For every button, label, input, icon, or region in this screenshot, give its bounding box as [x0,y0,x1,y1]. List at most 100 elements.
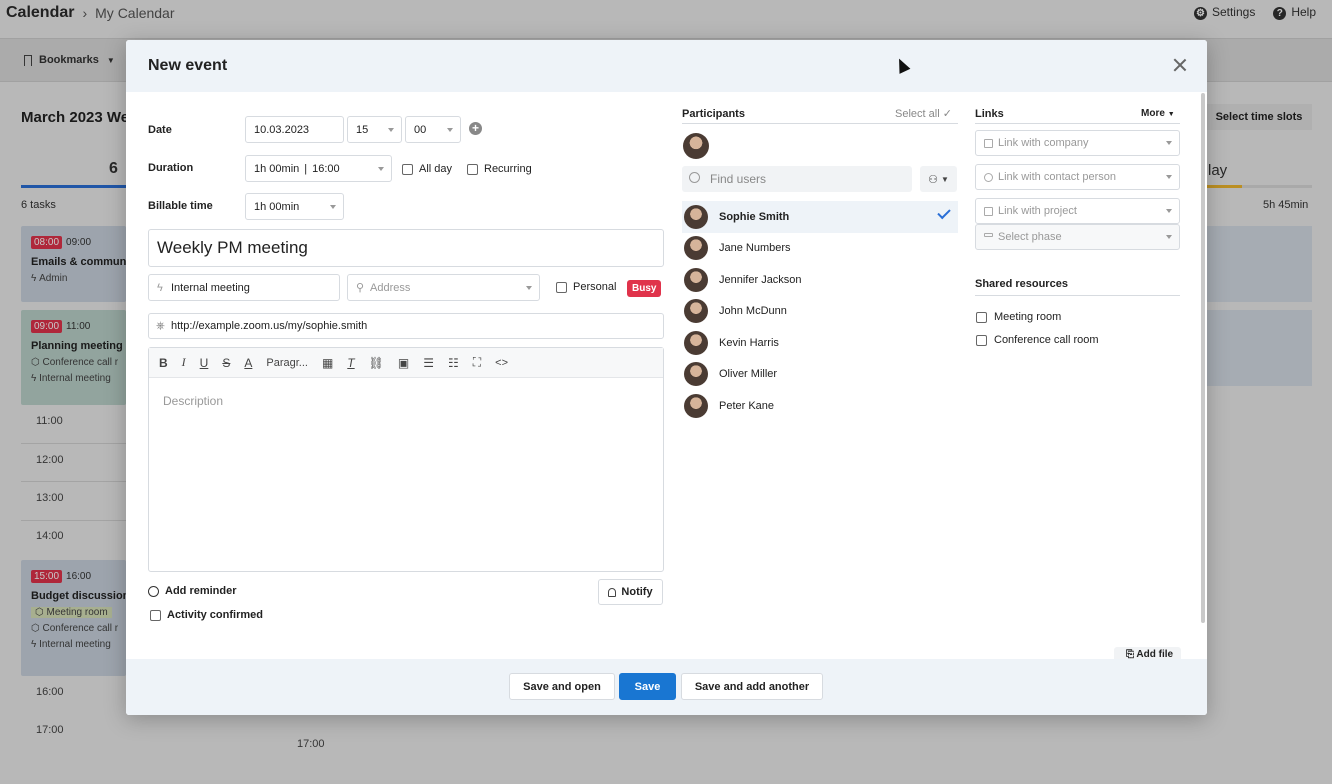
dialog-header: New event [126,40,1207,92]
list-item[interactable]: Peter Kane [682,390,958,422]
date-label: Date [148,124,172,136]
link-contact-select[interactable]: Link with contact person [975,164,1180,190]
user-groups-button[interactable]: ⚇ ▼ [920,166,957,192]
phase-icon [984,233,993,237]
personal-checkbox[interactable]: Personal [556,281,616,293]
link-company-placeholder: Link with company [998,137,1089,149]
list-item[interactable]: Kevin Harris [682,327,958,359]
activity-confirmed-checkbox[interactable]: Activity confirmed [150,609,263,621]
checkbox[interactable] [976,334,987,346]
numbered-list-icon[interactable]: ☷ [448,356,459,370]
code-icon[interactable]: <> [495,357,508,369]
fullscreen-icon[interactable]: ⛶ [473,355,481,370]
close-button[interactable] [1173,58,1187,72]
link-project-select[interactable]: Link with project [975,198,1180,224]
checkbox[interactable] [556,281,567,293]
link-contact-placeholder: Link with contact person [998,171,1117,183]
event-title-input[interactable]: Weekly PM meeting [148,229,664,267]
meeting-url-input[interactable]: ⎈ http://example.zoom.us/my/sophie.smith [148,313,664,339]
avatar [684,236,708,261]
new-event-dialog: New event Date 10.03.2023 15 00 + Durati… [126,40,1207,715]
user-name: Kevin Harris [719,336,779,349]
table-icon[interactable]: ▦ [322,356,333,370]
image-icon[interactable]: ▣ [398,356,409,370]
conference-room-checkbox[interactable]: Conference call room [976,334,1099,346]
save-and-open-button[interactable]: Save and open [509,673,615,700]
add-reminder-button[interactable]: Add reminder [148,585,237,597]
divider [682,123,958,124]
save-button[interactable]: Save [619,673,676,700]
phase-select[interactable]: Select phase [975,224,1180,250]
description-editor[interactable]: B I U S A Paragr... ▦ T ⛓ ▣ ☰ ☷ ⛶ <> Des… [148,347,664,572]
avatar [684,362,708,387]
save-and-add-another-button[interactable]: Save and add another [681,673,823,700]
event-type-value: Internal meeting [171,281,250,294]
avatar[interactable] [683,133,709,159]
meeting-room-checkbox[interactable]: Meeting room [976,311,1061,323]
avatar [684,393,708,418]
date-input[interactable]: 10.03.2023 [245,116,344,143]
chevron-down-icon [447,127,453,132]
add-time-icon[interactable]: + [469,122,482,135]
list-item[interactable]: Oliver Miller [682,359,958,391]
list-item[interactable]: Sophie Smith [682,201,958,233]
list-item[interactable]: Jane Numbers [682,233,958,265]
duration-select[interactable]: 1h 00min | 16:00 [245,155,392,182]
bullet-list-icon[interactable]: ☰ [423,356,434,370]
chevron-down-icon [388,127,394,132]
separator: | [304,162,308,175]
link-company-select[interactable]: Link with company [975,130,1180,156]
all-day-label: All day [419,163,453,175]
link-icon[interactable]: ⛓ [369,356,384,370]
activity-confirmed-label: Activity confirmed [167,609,263,621]
paragraph-select[interactable]: Paragr... [266,357,308,369]
checkbox[interactable] [467,163,478,175]
minute-select[interactable]: 00 [405,116,461,143]
hour-select[interactable]: 15 [347,116,402,143]
check-icon [937,205,951,220]
address-select[interactable]: ⚲ Address [347,274,540,301]
clear-format-icon[interactable]: T [347,356,354,370]
chevron-down-icon [1166,141,1172,145]
billable-value: 1h 00min [254,200,300,213]
shared-resources-heading: Shared resources [975,278,1068,290]
checkbox[interactable] [150,609,161,621]
chevron-down-icon [1166,235,1172,239]
divider [975,123,1180,124]
notify-button[interactable]: Notify [598,579,663,605]
all-day-checkbox[interactable]: All day [402,163,452,175]
checkbox[interactable] [976,311,987,323]
add-reminder-label: Add reminder [165,585,237,597]
list-item[interactable]: Jennifer Jackson [682,264,958,296]
notify-label: Notify [621,586,653,598]
chevron-down-icon [526,285,532,290]
list-item[interactable]: John McDunn [682,296,958,328]
phase-placeholder: Select phase [998,231,1062,243]
more-menu[interactable]: More ▼ [1141,108,1175,119]
chevron-down-icon [1166,209,1172,213]
text-color-icon[interactable]: A [244,356,252,370]
find-users-input[interactable]: Find users [682,166,912,192]
strikethrough-icon[interactable]: S [222,356,230,370]
bold-icon[interactable]: B [159,356,168,370]
duration-value: 1h 00min [254,162,300,175]
link-project-placeholder: Link with project [998,205,1077,217]
participants-heading: Participants [682,108,745,120]
more-label: More [1141,108,1165,119]
checkbox[interactable] [402,163,413,175]
minute-value: 00 [414,123,427,136]
user-name: Oliver Miller [719,368,778,381]
italic-icon[interactable]: I [182,355,186,370]
billable-time-select[interactable]: 1h 00min [245,193,344,220]
divider [975,295,1180,296]
bell-icon [608,587,617,597]
recurring-checkbox[interactable]: Recurring [467,163,532,175]
scrollbar[interactable] [1201,93,1205,623]
select-all-button[interactable]: Select all ✓ [895,107,952,120]
busy-badge[interactable]: Busy [627,280,662,297]
users-icon: ⚇ [928,173,938,186]
description-placeholder: Description [163,394,224,408]
duration-end: 16:00 [312,162,340,175]
event-type-select[interactable]: ϟ Internal meeting [148,274,340,301]
underline-icon[interactable]: U [200,356,209,370]
